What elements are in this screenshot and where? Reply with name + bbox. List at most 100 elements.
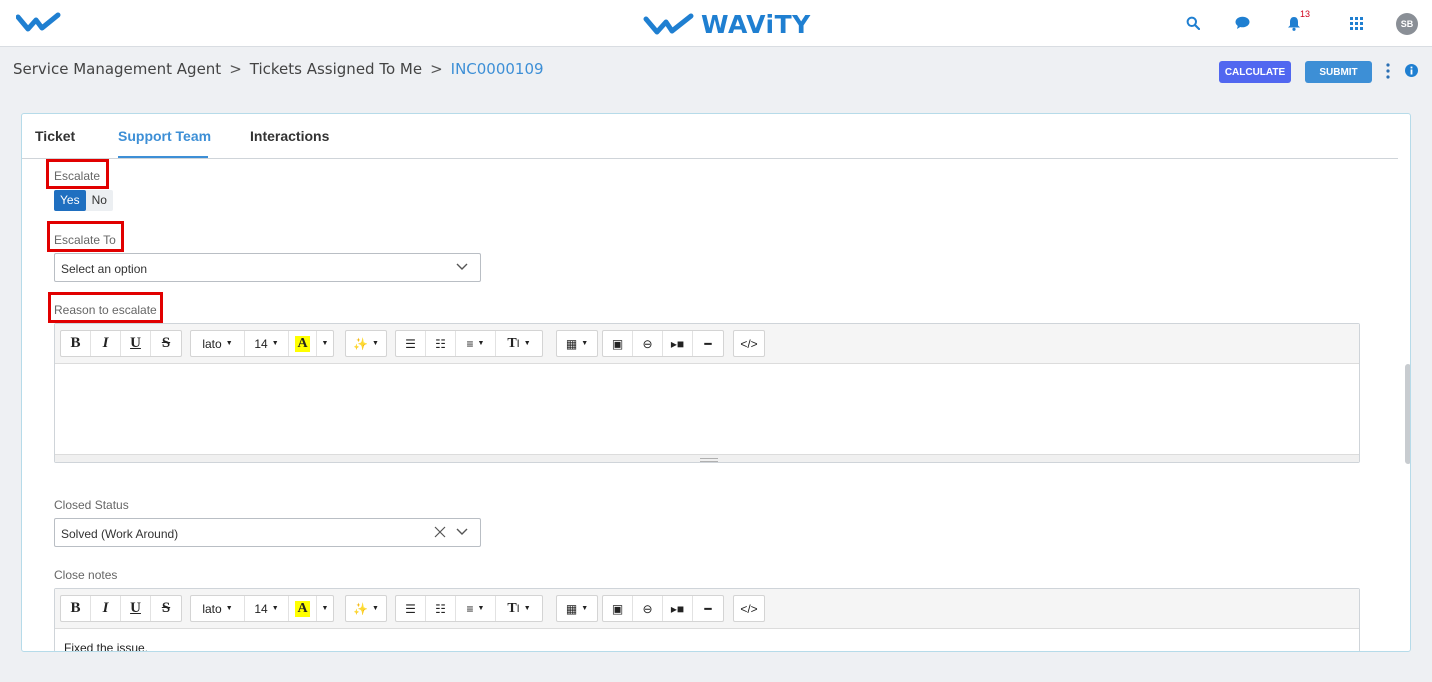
caret-down-icon: ▼ bbox=[271, 340, 279, 347]
font-name-dropdown[interactable]: lato ▼ bbox=[191, 596, 245, 621]
magic-wand-button[interactable]: ✨ ▼ bbox=[346, 596, 386, 621]
strikethrough-button[interactable]: S bbox=[151, 331, 181, 356]
list-group: ☰ ☷ ≡ ▼ T I ▼ bbox=[395, 330, 543, 357]
italic-button[interactable]: I bbox=[91, 331, 121, 356]
breadcrumb-current-ticket: INC0000109 bbox=[450, 60, 544, 78]
brand-name: WAViTY bbox=[701, 10, 811, 39]
video-icon: ▸■ bbox=[670, 601, 685, 616]
search-icon[interactable] bbox=[1183, 13, 1203, 33]
closed-status-value: Solved (Work Around) bbox=[61, 527, 179, 541]
align-dropdown[interactable]: ≡ ▼ bbox=[456, 596, 496, 621]
magic-wand-icon: ✨ bbox=[353, 601, 368, 616]
align-dropdown[interactable]: ≡ ▼ bbox=[456, 331, 496, 356]
insert-link-button[interactable]: ⊖ bbox=[633, 596, 663, 621]
tab-interactions[interactable]: Interactions bbox=[250, 128, 329, 144]
top-bar: WAViTY 13 SB bbox=[0, 0, 1432, 47]
horizontal-rule-icon: ━ bbox=[704, 336, 712, 351]
font-size-value: 14 bbox=[254, 336, 268, 351]
text-style-dropdown[interactable]: T I ▼ bbox=[496, 596, 542, 621]
strikethrough-button[interactable]: S bbox=[151, 596, 181, 621]
horizontal-rule-icon: ━ bbox=[704, 601, 712, 616]
caret-down-icon: ▼ bbox=[321, 340, 329, 347]
wavity-logo-icon[interactable] bbox=[16, 12, 62, 34]
bullet-list-button[interactable]: ☰ bbox=[396, 331, 426, 356]
text-style-icon: T bbox=[507, 600, 517, 616]
code-view-button[interactable]: </> bbox=[734, 331, 764, 356]
insert-group: ▦ ▼ bbox=[556, 595, 598, 622]
reason-editor-body[interactable] bbox=[55, 364, 1359, 454]
close-notes-editor-body[interactable]: Fixed the issue. bbox=[55, 629, 1359, 652]
format-group: B I U S bbox=[60, 595, 182, 622]
caret-down-icon: ▼ bbox=[225, 605, 233, 612]
bold-button[interactable]: B bbox=[61, 331, 91, 356]
format-group: B I U S bbox=[60, 330, 182, 357]
chevron-down-icon bbox=[456, 528, 468, 535]
chat-icon[interactable] bbox=[1232, 13, 1252, 33]
highlight-color-dropdown[interactable]: ▼ bbox=[317, 331, 333, 356]
breadcrumb-item-tickets-assigned[interactable]: Tickets Assigned To Me bbox=[250, 60, 422, 78]
user-avatar[interactable]: SB bbox=[1396, 13, 1418, 35]
more-options-icon[interactable] bbox=[1385, 62, 1391, 80]
underline-button[interactable]: U bbox=[121, 331, 151, 356]
table-dropdown[interactable]: ▦ ▼ bbox=[557, 331, 597, 356]
insert-link-button[interactable]: ⊖ bbox=[633, 331, 663, 356]
bullet-list-icon: ☰ bbox=[405, 601, 416, 616]
link-icon: ⊖ bbox=[642, 601, 653, 616]
escalate-to-label: Escalate To bbox=[54, 233, 116, 247]
align-icon: ≡ bbox=[466, 601, 474, 616]
numbered-list-button[interactable]: ☷ bbox=[426, 331, 456, 356]
insert-video-button[interactable]: ▸■ bbox=[663, 596, 693, 621]
font-size-dropdown[interactable]: 14 ▼ bbox=[245, 596, 289, 621]
reason-editor-toolbar: B I U S lato ▼ 14 ▼ A ▼ ✨ ▼ ☰ ☷ ≡ ▼ T I ▼ ▦ ▼ bbox=[55, 324, 1359, 364]
escalate-no-option[interactable]: No bbox=[86, 190, 113, 211]
list-group: ☰ ☷ ≡ ▼ T I ▼ bbox=[395, 595, 543, 622]
close-notes-text: Fixed the issue. bbox=[64, 641, 149, 652]
align-icon: ≡ bbox=[466, 336, 474, 351]
tab-ticket[interactable]: Ticket bbox=[35, 128, 75, 144]
escalate-to-select[interactable]: Select an option bbox=[54, 253, 481, 282]
breadcrumb-item-service-management-agent[interactable]: Service Management Agent bbox=[13, 60, 221, 78]
escalate-yes-option[interactable]: Yes bbox=[54, 190, 86, 211]
table-dropdown[interactable]: ▦ ▼ bbox=[557, 596, 597, 621]
highlight-color-dropdown[interactable]: ▼ bbox=[317, 596, 333, 621]
submit-button[interactable]: SUBMIT bbox=[1305, 61, 1372, 83]
close-notes-editor-toolbar: B I U S lato ▼ 14 ▼ A ▼ ✨ ▼ ☰ ☷ ≡ ▼ T I ▼ ▦ ▼ bbox=[55, 589, 1359, 629]
bullet-list-button[interactable]: ☰ bbox=[396, 596, 426, 621]
italic-button[interactable]: I bbox=[91, 596, 121, 621]
insert-image-button[interactable]: ▣ bbox=[603, 331, 633, 356]
media-group: ▣ ⊖ ▸■ ━ bbox=[602, 330, 724, 357]
code-view-button[interactable]: </> bbox=[734, 596, 764, 621]
caret-down-icon: ▼ bbox=[225, 340, 233, 347]
font-name-dropdown[interactable]: lato ▼ bbox=[191, 331, 245, 356]
caret-down-icon: ▼ bbox=[271, 605, 279, 612]
caret-down-icon: ▼ bbox=[581, 340, 589, 347]
close-notes-editor: B I U S lato ▼ 14 ▼ A ▼ ✨ ▼ ☰ ☷ ≡ ▼ T I ▼ ▦ ▼ bbox=[54, 588, 1360, 652]
text-style-dropdown[interactable]: T I ▼ bbox=[496, 331, 542, 356]
bold-button[interactable]: B bbox=[61, 596, 91, 621]
vertical-scrollbar[interactable] bbox=[1405, 364, 1410, 464]
breadcrumb-separator: > bbox=[229, 60, 242, 78]
font-size-dropdown[interactable]: 14 ▼ bbox=[245, 331, 289, 356]
highlight-color-button[interactable]: A bbox=[289, 596, 317, 621]
highlight-color-button[interactable]: A bbox=[289, 331, 317, 356]
horizontal-rule-button[interactable]: ━ bbox=[693, 331, 723, 356]
underline-button[interactable]: U bbox=[121, 596, 151, 621]
tab-support-team[interactable]: Support Team bbox=[118, 128, 211, 144]
magic-wand-button[interactable]: ✨ ▼ bbox=[346, 331, 386, 356]
insert-video-button[interactable]: ▸■ bbox=[663, 331, 693, 356]
closed-status-select[interactable]: Solved (Work Around) bbox=[54, 518, 481, 547]
numbered-list-button[interactable]: ☷ bbox=[426, 596, 456, 621]
caret-down-icon: ▼ bbox=[523, 605, 531, 612]
escalate-label: Escalate bbox=[54, 169, 101, 183]
tab-bar: Ticket Support Team Interactions bbox=[22, 114, 1398, 159]
calculate-button[interactable]: CALCULATE bbox=[1219, 61, 1291, 83]
escalate-to-value: Select an option bbox=[61, 262, 148, 276]
apps-grid-icon[interactable] bbox=[1346, 13, 1366, 33]
horizontal-rule-button[interactable]: ━ bbox=[693, 596, 723, 621]
clear-icon[interactable] bbox=[434, 525, 446, 539]
insert-image-button[interactable]: ▣ bbox=[603, 596, 633, 621]
info-icon[interactable] bbox=[1405, 64, 1418, 77]
editor-resize-handle[interactable] bbox=[55, 454, 1359, 462]
close-notes-label: Close notes bbox=[54, 568, 118, 582]
code-group: </> bbox=[733, 595, 765, 622]
